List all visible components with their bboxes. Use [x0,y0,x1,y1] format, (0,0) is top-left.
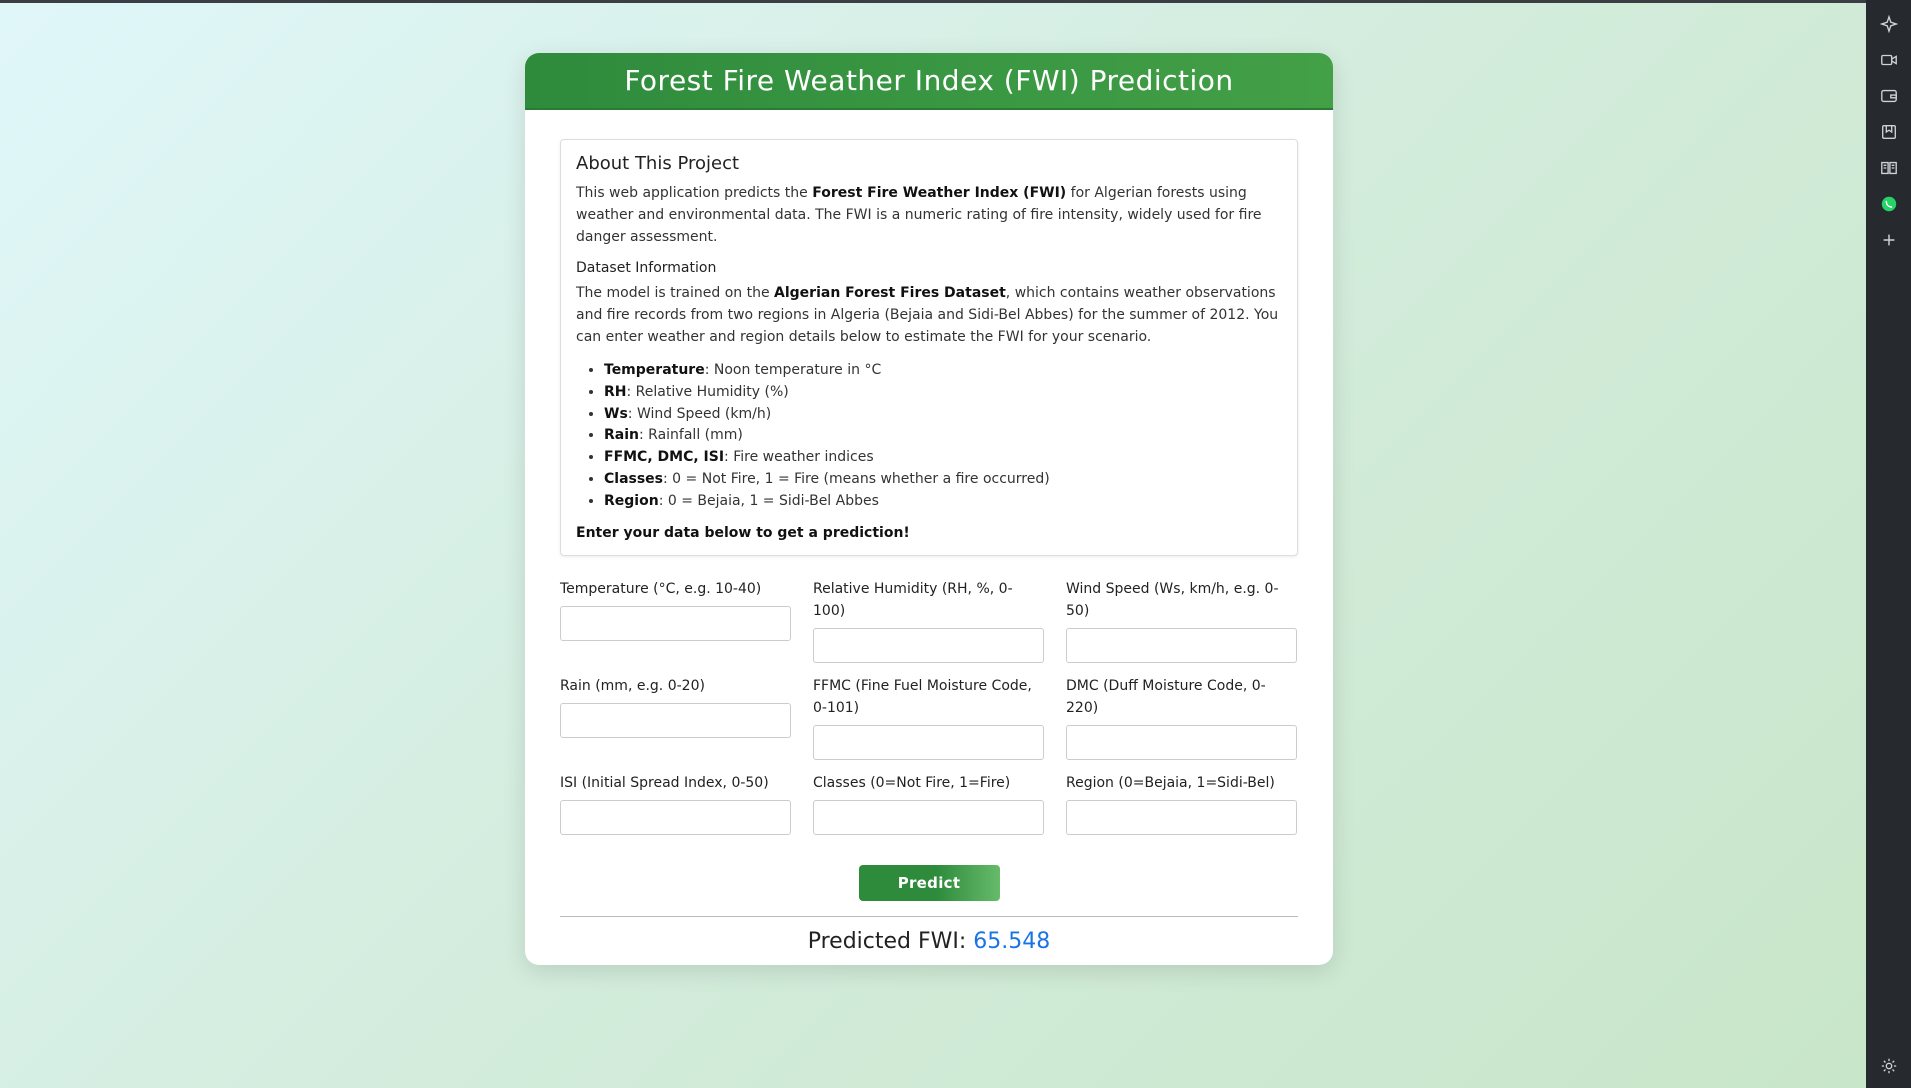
prediction-card: Forest Fire Weather Index (FWI) Predicti… [525,53,1333,965]
wind-speed-input[interactable] [1066,627,1297,663]
plus-icon[interactable] [1866,222,1911,258]
call-to-action: Enter your data below to get a predictio… [576,524,910,541]
card-body: About This Project This web application … [525,110,1333,954]
humidity-field: Relative Humidity (RH, %, 0-100) [813,578,1044,663]
isi-input[interactable] [560,799,791,835]
result-value: 65.548 [973,928,1051,954]
humidity-input[interactable] [813,627,1044,663]
list-item: Ws: Wind Speed (km/h) [604,404,1282,426]
rain-field: Rain (mm, e.g. 0-20) [560,675,791,760]
dmc-label: DMC (Duff Moisture Code, 0-220) [1066,677,1266,716]
page-title: Forest Fire Weather Index (FWI) Predicti… [624,64,1234,97]
list-item: RH: Relative Humidity (%) [604,382,1282,404]
feature-name: Ws [604,405,628,422]
feature-desc: : 0 = Not Fire, 1 = Fire (means whether … [663,470,1050,487]
video-icon[interactable] [1866,42,1911,78]
sparkle-icon[interactable] [1866,6,1911,42]
dataset-description: The model is trained on the Algerian For… [576,282,1282,348]
dmc-input[interactable] [1066,724,1297,760]
card-header: Forest Fire Weather Index (FWI) Predicti… [525,53,1333,110]
feature-name: Temperature [604,362,705,378]
region-input[interactable] [1066,799,1297,835]
list-item: FFMC, DMC, ISI: Fire weather indices [604,447,1282,469]
feature-name: Classes [604,470,664,487]
humidity-label: Relative Humidity (RH, %, 0-100) [813,580,1013,619]
feature-desc: : Wind Speed (km/h) [627,405,772,422]
feature-desc: : Relative Humidity (%) [626,383,789,400]
result-label: Predicted FWI: [807,928,974,954]
browser-sidebar [1866,0,1911,1088]
reader-icon[interactable] [1866,150,1911,186]
feature-list: Temperature: Noon temperature in °C RH: … [604,360,1282,513]
ffmc-label: FFMC (Fine Fuel Moisture Code, 0-101) [813,677,1032,716]
temperature-label: Temperature (°C, e.g. 10-40) [560,580,762,597]
classes-input[interactable] [813,799,1044,835]
classes-field: Classes (0=Not Fire, 1=Fire) [813,772,1044,835]
feature-name: RH [604,383,627,400]
about-title: About This Project [576,153,740,174]
ffmc-field: FFMC (Fine Fuel Moisture Code, 0-101) [813,675,1044,760]
ffmc-input[interactable] [813,724,1044,760]
temperature-field: Temperature (°C, e.g. 10-40) [560,578,791,663]
isi-label: ISI (Initial Spread Index, 0-50) [560,774,769,791]
rain-label: Rain (mm, e.g. 0-20) [560,677,705,694]
button-row: Predict [560,864,1298,901]
wind-speed-field: Wind Speed (Ws, km/h, e.g. 0-50) [1066,578,1297,663]
whatsapp-icon[interactable] [1866,186,1911,222]
feature-desc: : 0 = Bejaia, 1 = Sidi-Bel Abbes [658,492,879,509]
region-field: Region (0=Bejaia, 1=Sidi-Bel) [1066,772,1297,835]
list-item: Rain: Rainfall (mm) [604,425,1282,447]
isi-field: ISI (Initial Spread Index, 0-50) [560,772,791,835]
list-item: Classes: 0 = Not Fire, 1 = Fire (means w… [604,469,1282,491]
feature-desc: : Noon temperature in °C [704,362,882,378]
about-intro-bold: Forest Fire Weather Index (FWI) [812,185,1067,201]
feature-desc: : Rainfall (mm) [639,427,743,444]
prediction-result: Predicted FWI: 65.548 [560,929,1298,954]
list-item: Temperature: Noon temperature in °C [604,360,1282,382]
about-section: About This Project This web application … [560,139,1298,556]
dataset-bold: Algerian Forest Fires Dataset [774,285,1006,301]
wallet-icon[interactable] [1866,78,1911,114]
settings-icon[interactable] [1866,1048,1911,1084]
region-label: Region (0=Bejaia, 1=Sidi-Bel) [1066,774,1275,791]
bookmark-icon[interactable] [1866,114,1911,150]
feature-name: FFMC, DMC, ISI [604,449,725,466]
rain-input[interactable] [560,702,791,738]
predict-button[interactable]: Predict [858,864,1000,901]
feature-name: Rain [604,427,639,444]
dataset-title: Dataset Information [576,260,717,276]
feature-name: Region [604,492,659,509]
wind-speed-label: Wind Speed (Ws, km/h, e.g. 0-50) [1066,580,1279,619]
dataset-text: The model is trained on the [576,285,775,301]
feature-desc: : Fire weather indices [724,449,874,466]
list-item: Region: 0 = Bejaia, 1 = Sidi-Bel Abbes [604,491,1282,513]
prediction-form: Temperature (°C, e.g. 10-40) Relative Hu… [560,578,1298,847]
about-intro-text: This web application predicts the [576,185,813,201]
divider [560,915,1298,917]
about-intro: This web application predicts the Forest… [576,182,1282,248]
window-top-border [0,0,1866,3]
dmc-field: DMC (Duff Moisture Code, 0-220) [1066,675,1297,760]
temperature-input[interactable] [560,605,791,641]
classes-label: Classes (0=Not Fire, 1=Fire) [813,774,1011,791]
